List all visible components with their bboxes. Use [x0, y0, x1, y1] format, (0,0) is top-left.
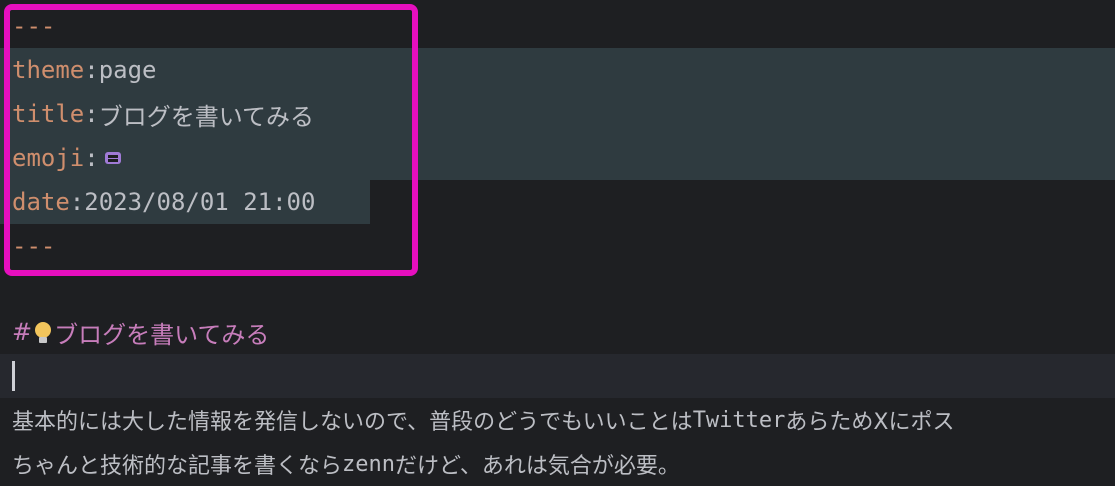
frontmatter-close-line[interactable]: --- — [0, 224, 1115, 268]
theme-key: theme — [12, 56, 85, 84]
theme-line[interactable]: theme: page — [0, 48, 1115, 92]
date-value: 2023/08/01 21:00 — [84, 188, 316, 216]
heading-line[interactable]: # ブログを書いてみる — [0, 310, 1115, 354]
heading-text: ブログを書いてみる — [54, 320, 270, 349]
body-line-1[interactable]: 基本的には大した情報を発信しないので、普段のどうでもいいことは Twitter あら… — [0, 398, 1115, 442]
heading-marker: # — [12, 318, 33, 346]
frontmatter-open-line[interactable]: --- — [0, 4, 1115, 48]
body-text: zenn — [342, 451, 395, 477]
frontmatter-delimiter: --- — [12, 232, 56, 260]
current-line[interactable] — [0, 354, 1115, 398]
frontmatter-delimiter: --- — [12, 12, 56, 40]
emoji-key: emoji — [12, 144, 85, 172]
emoji-line[interactable]: emoji: — [0, 136, 1115, 180]
body-text: Twitter — [692, 407, 786, 433]
space-invader-icon — [103, 150, 123, 166]
date-line[interactable]: date: 2023/08/01 21:00 — [0, 180, 370, 224]
title-line[interactable]: title: ブログを書いてみる — [0, 92, 1115, 136]
colon: : — [84, 100, 99, 128]
colon: : — [84, 56, 99, 84]
lightbulb-icon[interactable] — [34, 320, 52, 344]
date-key: date — [12, 188, 70, 216]
colon: : — [69, 188, 85, 216]
body-text: あらためXにポス — [785, 410, 955, 435]
theme-value: page — [98, 56, 157, 84]
title-key: title — [12, 100, 85, 128]
title-value: ブログを書いてみる — [98, 102, 314, 131]
body-text: ちゃんと技術的な記事を書くなら — [12, 454, 343, 479]
colon: : — [84, 144, 99, 172]
body-line-2[interactable]: ちゃんと技術的な記事を書くなら zenn だけど、あれは気合が必要。 — [0, 442, 1115, 486]
text-cursor — [12, 361, 15, 391]
body-text: だけど、あれは気合が必要。 — [395, 454, 680, 479]
body-text: 基本的には大した情報を発信しないので、普段のどうでもいいことは — [12, 410, 693, 435]
